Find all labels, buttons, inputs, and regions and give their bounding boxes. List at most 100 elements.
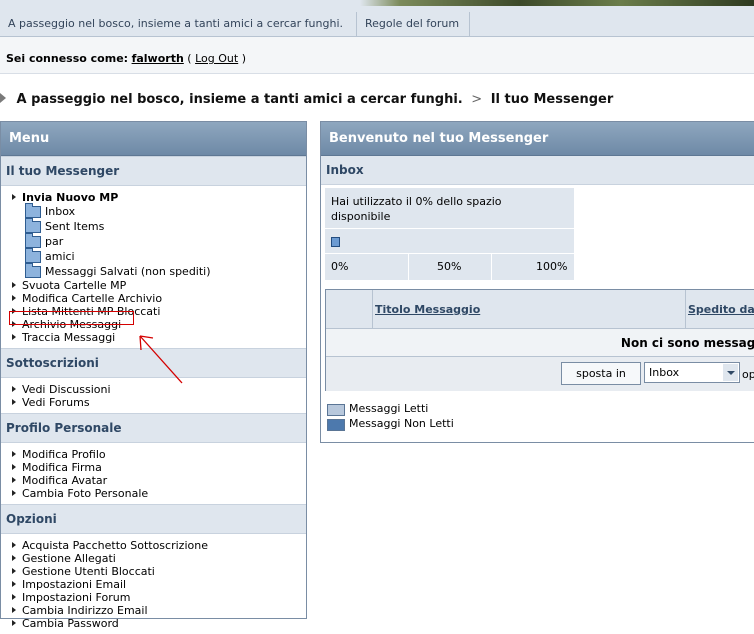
menu-item-blocked-users[interactable]: Gestione Utenti Bloccati	[1, 565, 306, 578]
menu-item-view-forums[interactable]: Vedi Forums	[1, 396, 306, 409]
menu-item-label: Impostazioni Email	[22, 578, 127, 591]
usage-bar	[325, 228, 574, 254]
scale-0: 0%	[331, 260, 349, 273]
menu-item-label: Svuota Cartelle MP	[22, 279, 127, 292]
menu-item-label: Acquista Pacchetto Sottoscrizione	[22, 539, 208, 552]
folder-icon	[25, 263, 41, 278]
folder-label: par	[45, 235, 64, 248]
table-footer: sposta in Inbox op	[326, 356, 754, 391]
menu-item-label: Modifica Cartelle Archivio	[22, 292, 163, 305]
messenger-title: Benvenuto nel tuo Messenger	[321, 122, 754, 156]
menu-item-email-settings[interactable]: Impostazioni Email	[1, 578, 306, 591]
menu-item-label: Traccia Messaggi	[22, 331, 116, 344]
bullet-arrow-icon	[12, 555, 16, 561]
menu-item-label: Modifica Avatar	[22, 474, 108, 487]
menu-item-forum-settings[interactable]: Impostazioni Forum	[1, 591, 306, 604]
section-profile-items: Modifica Profilo Modifica Firma Modifica…	[1, 443, 306, 504]
breadcrumb-forum-link[interactable]: A passeggio nel bosco, insieme a tanti a…	[17, 92, 463, 107]
move-target-select[interactable]: Inbox	[644, 362, 740, 383]
breadcrumb-separator: >	[471, 92, 483, 107]
folder-icon	[25, 248, 41, 263]
scale-divider	[491, 254, 492, 280]
messenger-panel: Benvenuto nel tuo Messenger Inbox Hai ut…	[320, 121, 754, 443]
menu-item-label: Gestione Utenti Bloccati	[22, 565, 155, 578]
bullet-arrow-icon	[12, 542, 16, 548]
legend-unread: Messaggi Non Letti	[327, 416, 454, 431]
login-prefix: Sei connesso come:	[6, 52, 129, 65]
breadcrumb-arrow-icon	[0, 93, 6, 103]
login-status: Sei connesso come: falworth ( Log Out )	[6, 52, 246, 65]
nav-bar: A passeggio nel bosco, insieme a tanti a…	[0, 6, 754, 37]
menu-item-change-email[interactable]: Cambia Indirizzo Email	[1, 604, 306, 617]
menu-item-label: Vedi Forums	[22, 396, 90, 409]
folder-sent-items[interactable]: Sent Items	[1, 218, 306, 234]
column-sent-by[interactable]: Spedito da	[688, 303, 754, 316]
select-column	[326, 290, 373, 328]
bullet-arrow-icon	[12, 464, 16, 470]
column-title-message[interactable]: Titolo Messaggio	[375, 303, 480, 316]
menu-item-label: Invia Nuovo MP	[22, 191, 119, 204]
bullet-arrow-icon	[12, 594, 16, 600]
nav-tab-forum-rules[interactable]: Regole del forum	[357, 12, 470, 36]
paren-close: )	[241, 52, 246, 65]
messages-table: Titolo Messaggio Spedito da Non ci sono …	[325, 289, 754, 391]
bullet-arrow-icon	[12, 477, 16, 483]
move-to-button[interactable]: sposta in	[561, 362, 641, 385]
read-folder-icon	[327, 404, 345, 416]
options-label: op	[742, 368, 754, 381]
folder-label: Messaggi Salvati (non spediti)	[45, 265, 211, 278]
chevron-down-icon	[723, 364, 738, 381]
usage-text: Hai utilizzato il 0% dello spazio dispon…	[331, 195, 502, 223]
menu-item-edit-profile[interactable]: Modifica Profilo	[1, 448, 306, 461]
menu-item-edit-avatar[interactable]: Modifica Avatar	[1, 474, 306, 487]
menu-item-change-password[interactable]: Cambia Password	[1, 617, 306, 630]
folder-icon	[25, 218, 41, 233]
storage-usage: Hai utilizzato il 0% dello spazio dispon…	[325, 188, 574, 280]
menu-item-buy-subscription[interactable]: Acquista Pacchetto Sottoscrizione	[1, 539, 306, 552]
menu-item-label: Modifica Profilo	[22, 448, 106, 461]
logout-link[interactable]: Log Out	[195, 52, 238, 65]
inbox-title: Inbox	[321, 156, 754, 185]
folder-label: amici	[45, 250, 75, 263]
menu-item-label: Cambia Foto Personale	[22, 487, 149, 500]
bullet-arrow-icon	[12, 490, 16, 496]
folder-label: Sent Items	[45, 220, 105, 233]
menu-item-edit-archive-folders[interactable]: Modifica Cartelle Archivio	[1, 292, 306, 305]
menu-item-send-pm[interactable]: Invia Nuovo MP	[1, 191, 306, 204]
table-header: Titolo Messaggio Spedito da	[326, 290, 754, 329]
bullet-arrow-icon	[12, 334, 16, 340]
selected-folder: Inbox	[649, 366, 680, 379]
bullet-arrow-icon	[12, 620, 16, 626]
scale-divider	[408, 254, 409, 280]
bullet-arrow-icon	[12, 295, 16, 301]
bullet-arrow-icon	[12, 399, 16, 405]
breadcrumb: A passeggio nel bosco, insieme a tanti a…	[0, 92, 613, 107]
menu-item-label: Cambia Password	[22, 617, 119, 630]
usage-fill	[331, 237, 340, 247]
folder-amici[interactable]: amici	[1, 248, 306, 264]
bullet-arrow-icon	[12, 282, 16, 288]
folder-label: Inbox	[45, 205, 76, 218]
menu-item-label: Impostazioni Forum	[22, 591, 131, 604]
folder-inbox[interactable]: Inbox	[1, 203, 306, 219]
scale-100: 100%	[536, 260, 568, 273]
folder-saved-messages[interactable]: Messaggi Salvati (non spediti)	[1, 263, 306, 279]
menu-item-label: Gestione Allegati	[22, 552, 116, 565]
folder-icon	[25, 203, 41, 218]
legend-label: Messaggi Non Letti	[349, 417, 454, 430]
menu-item-change-photo[interactable]: Cambia Foto Personale	[1, 487, 306, 500]
bullet-arrow-icon	[12, 607, 16, 613]
bullet-arrow-icon	[12, 386, 16, 392]
menu-item-edit-signature[interactable]: Modifica Firma	[1, 461, 306, 474]
menu-item-attachments[interactable]: Gestione Allegati	[1, 552, 306, 565]
bullet-arrow-icon	[12, 581, 16, 587]
folder-par[interactable]: par	[1, 233, 306, 249]
highlight-box	[9, 311, 134, 325]
title-column: Titolo Messaggio	[373, 290, 686, 328]
legend-label: Messaggi Letti	[349, 402, 429, 415]
annotation-arrow-icon	[139, 335, 183, 384]
menu-item-empty-folders[interactable]: Svuota Cartelle MP	[1, 279, 306, 292]
username-link[interactable]: falworth	[132, 52, 184, 65]
scale-50: 50%	[437, 260, 462, 273]
nav-tab-forum-home[interactable]: A passeggio nel bosco, insieme a tanti a…	[0, 12, 357, 36]
